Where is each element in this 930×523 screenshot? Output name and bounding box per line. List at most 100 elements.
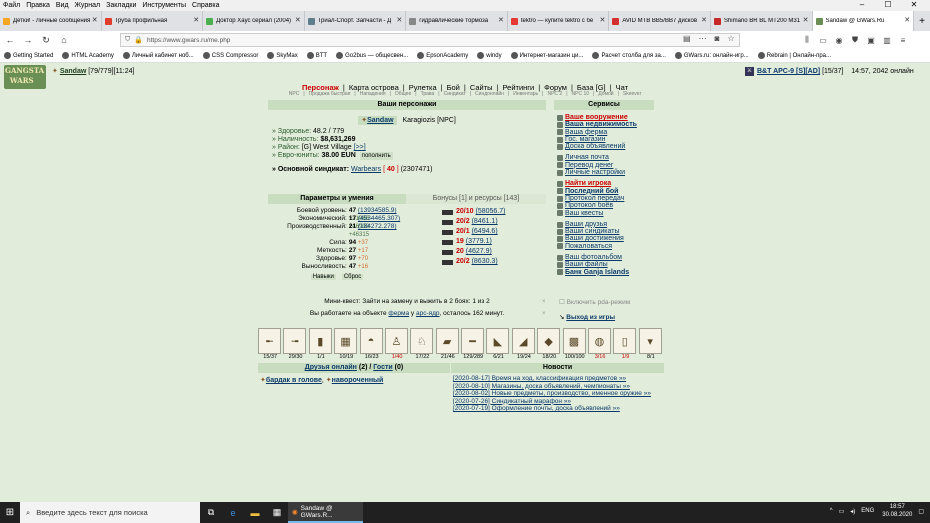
minimize-icon[interactable]: – [852, 0, 872, 9]
service-item[interactable]: Ваша ферма [557, 129, 654, 136]
shield-icon[interactable]: ⛉ [125, 36, 130, 44]
more-icon[interactable]: ⋯ [699, 34, 707, 43]
bookmark-item[interactable]: windy [477, 52, 502, 59]
service-link[interactable]: Ваши достижения [565, 235, 624, 242]
taskbar-firefox[interactable]: ◉ Sandaw @ GWars.R... [288, 502, 363, 523]
tab-7[interactable]: Shimano BR BL MT200 M31 ✕ [711, 11, 813, 31]
new-tab-icon[interactable]: + [914, 11, 930, 31]
item-icon[interactable]: ▩ [562, 328, 586, 354]
item-icon[interactable]: ▯ [613, 328, 637, 354]
service-link[interactable]: Перевод денег [565, 162, 613, 169]
service-link[interactable]: Доска объявлений [565, 143, 625, 150]
area-link[interactable]: [>>] [354, 144, 366, 151]
close-tab-icon[interactable]: ✕ [92, 16, 98, 24]
service-link[interactable]: Последний бой [565, 188, 618, 195]
service-item[interactable]: Ваша недвижимость [557, 121, 654, 128]
bonus-exp[interactable]: (4627.9) [466, 247, 492, 257]
sub-nav-item[interactable]: NPC 2 [547, 91, 562, 97]
service-item[interactable]: Ваши синдикаты [557, 228, 654, 235]
service-link[interactable]: Ваша недвижимость [565, 121, 637, 128]
inventory-slot[interactable]: ◢ 19/24 [511, 328, 536, 363]
item-icon[interactable]: ▦ [334, 328, 358, 354]
friend-link[interactable]: навороченный [332, 377, 384, 384]
news-item[interactable]: [2020-08-10] Магазины, доска объявлений,… [451, 383, 664, 391]
sub-nav-item[interactable]: Трава [421, 91, 435, 97]
friend-link[interactable]: бардак в голове [266, 377, 322, 384]
sub-nav-item[interactable]: Общее [395, 91, 411, 97]
close-tab-icon[interactable]: ✕ [498, 16, 504, 24]
bookmark-item[interactable]: Rebrain | Онлайн-пра... [757, 52, 831, 59]
sub-nav-item[interactable]: Домой [598, 91, 613, 97]
tab-0[interactable]: Детки! - Личные сообщения ✕ [0, 11, 102, 31]
language-indicator[interactable]: ENG [861, 508, 874, 514]
sub-nav-item[interactable]: Инвентарь [513, 91, 538, 97]
bookmark-item[interactable]: Интернет-магазин ци... [510, 52, 583, 59]
sub-nav-item[interactable]: Синдонлайн [475, 91, 504, 97]
bookmark-item[interactable]: Расчет столба для за... [592, 52, 666, 59]
back-icon[interactable]: ← [2, 32, 18, 48]
inventory-slot[interactable]: ◣ 6/21 [486, 328, 510, 363]
param-exp[interactable]: (4534465.307) [358, 215, 400, 222]
service-item[interactable]: Последний бой [557, 188, 654, 195]
explorer-icon[interactable]: ▬ [244, 502, 266, 523]
sidebar-icon[interactable]: ▭ [816, 33, 830, 47]
bookmark-item[interactable]: GWars.ru: онлайн-игр... [674, 52, 749, 59]
character-name-link[interactable]: Sandaw [367, 117, 393, 124]
pocket-icon[interactable]: ◙ [715, 34, 720, 43]
addon-shield-icon[interactable]: ⛊ [848, 33, 862, 47]
topup-button[interactable]: пополнить [359, 152, 393, 160]
clock[interactable]: 18:57 30.08.2020 [882, 503, 912, 519]
service-item[interactable]: Пожаловаться [557, 243, 654, 250]
bonus-exp[interactable]: (3779.1) [466, 237, 492, 247]
item-icon[interactable]: ▰ [435, 328, 459, 354]
maximize-icon[interactable]: ☐ [878, 0, 898, 9]
work-close-icon[interactable]: × [542, 311, 546, 317]
menu-tools[interactable]: Инструменты [142, 2, 186, 9]
close-tab-icon[interactable]: ✕ [396, 16, 402, 24]
volume-icon[interactable]: ◂) [850, 508, 855, 515]
bonus-exp[interactable]: (8461.1) [472, 217, 498, 227]
inventory-slot[interactable]: ◆ 18/20 [537, 328, 561, 363]
news-item[interactable]: [2020-08-17] Время на ход, классификация… [451, 375, 664, 383]
news-item[interactable]: [2020-07-26] Синдикатный марафон »» [451, 398, 664, 406]
item-icon[interactable]: ◣ [486, 328, 510, 354]
bookmark-item[interactable]: Go2bus — общесвен... [336, 52, 408, 59]
service-item[interactable]: Ваши достижения [557, 235, 654, 242]
inventory-slot[interactable]: ▩ 100/100 [562, 328, 587, 363]
sub-nav-item[interactable]: NPC [289, 91, 300, 97]
service-item[interactable]: Ваши друзья [557, 221, 654, 228]
item-icon[interactable]: ♘ [410, 328, 434, 354]
item-icon[interactable]: ▾ [638, 328, 662, 354]
service-link[interactable]: Ваше вооружение [565, 114, 628, 121]
item-icon[interactable]: ◓ [359, 328, 383, 354]
url-bar[interactable]: ⛉ 🔒 https://www.gwars.ru/me.php [120, 33, 740, 47]
inventory-slot[interactable]: ▾ 8/1 [638, 328, 663, 363]
windows-start-icon[interactable]: ⊞ [0, 507, 20, 518]
menu-bookmarks[interactable]: Закладки [106, 2, 136, 9]
item-icon[interactable]: ◍ [587, 328, 611, 354]
sub-nav-item[interactable]: Skeever [623, 91, 641, 97]
close-tab-icon[interactable]: ✕ [600, 16, 606, 24]
star-icon[interactable]: ☆ [727, 34, 734, 43]
addon2-icon[interactable]: ▥ [880, 33, 894, 47]
inventory-slot[interactable]: ▮ 1/1 [308, 328, 333, 363]
bookmark-item[interactable]: EpsonAcademy [417, 52, 468, 59]
bookmark-item[interactable]: Личный кабинет ноб... [122, 52, 194, 59]
close-tab-icon[interactable]: ✕ [803, 16, 809, 24]
addon-icon[interactable]: ▣ [864, 33, 878, 47]
close-tab-icon[interactable]: ✕ [295, 16, 301, 24]
inventory-slot[interactable]: ━ 129/289 [461, 328, 485, 363]
service-item[interactable]: Ваше вооружение [557, 114, 654, 121]
weapon-link[interactable]: B&T APC-9 [S][AD] [757, 68, 820, 75]
item-icon[interactable]: ╼ [283, 328, 307, 354]
bookmark-item[interactable]: BTT [306, 52, 327, 59]
service-link[interactable]: Банк Ganja Islands [565, 269, 629, 276]
close-tab-icon[interactable]: ✕ [904, 16, 910, 24]
service-link[interactable]: Найти игрока [565, 180, 611, 187]
lock-icon[interactable]: 🔒 [134, 36, 143, 44]
home-icon[interactable]: ⌂ [56, 32, 72, 48]
service-link[interactable]: Протокол боёв [565, 202, 613, 209]
sub-nav-item[interactable]: NPC 10 [572, 91, 590, 97]
service-item[interactable]: Перевод денег [557, 162, 654, 169]
inventory-slot[interactable]: ╾ 15/37 [258, 328, 282, 363]
